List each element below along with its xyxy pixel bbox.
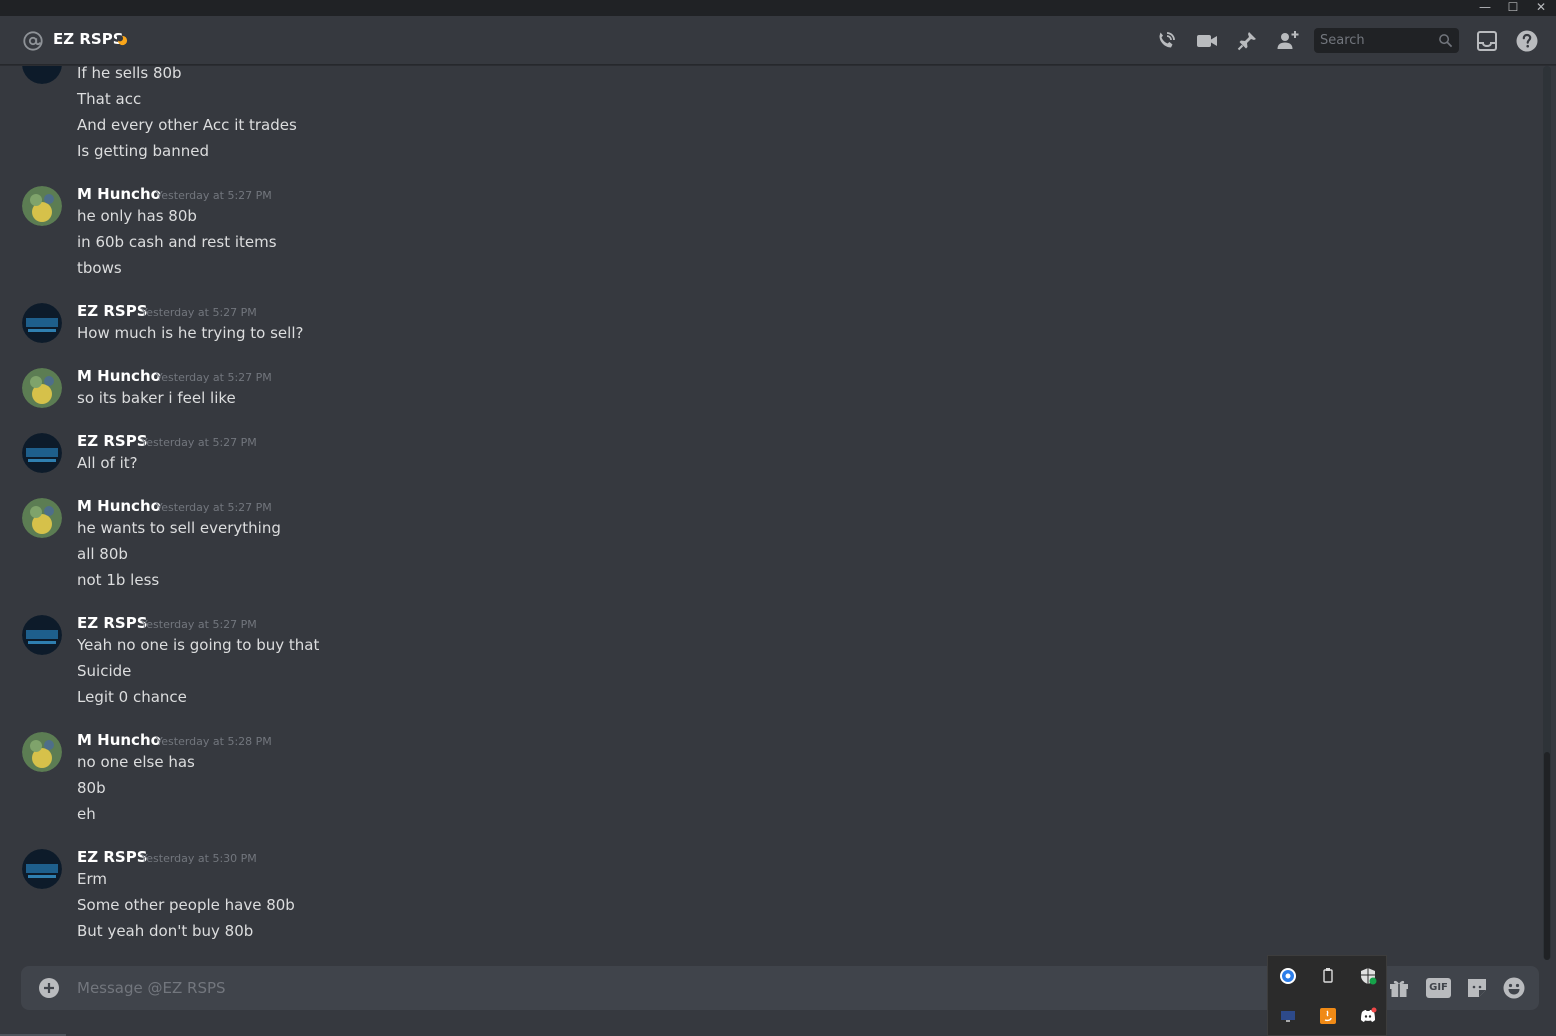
message-text: And every other Acc it trades [77,116,297,134]
message-timestamp: Yesterday at 5:30 PM [141,852,257,865]
search-icon [1439,34,1453,48]
message-text: Suicide [77,662,132,680]
search-box[interactable] [1314,28,1459,53]
message-text: tbows [77,259,122,277]
avatar-m-huncho[interactable] [22,498,62,538]
message-author[interactable]: M Huncho [77,185,161,203]
sticker-icon[interactable] [1465,976,1489,1000]
help-icon[interactable] [1515,29,1539,53]
gif-button[interactable]: GIF [1426,978,1451,998]
channel-header: EZ RSPS [0,16,1556,65]
discord-tray-icon[interactable] [1359,1007,1377,1025]
close-button[interactable]: ✕ [1527,0,1555,16]
message-text: All of it? [77,454,138,472]
scrollbar-thumb[interactable] [1544,752,1550,960]
browser-tray-icon[interactable] [1279,967,1297,985]
system-tray-popup [1267,955,1387,1036]
message-author[interactable]: M Huncho [77,731,161,749]
gif-label: GIF [1429,982,1448,993]
message-text: But yeah don't buy 80b [77,922,254,940]
message-timestamp: Yesterday at 5:27 PM [156,189,272,202]
message-timestamp: Yesterday at 5:27 PM [141,306,257,319]
message-text: Is getting banned [77,142,209,160]
add-friend-icon[interactable] [1276,29,1300,53]
message-input[interactable] [77,977,1257,999]
gift-icon[interactable] [1387,976,1411,1000]
channel-title: EZ RSPS [53,30,124,48]
message-author[interactable]: EZ RSPS [77,848,148,866]
message-text: How much is he trying to sell? [77,324,304,342]
message-text: no one else has [77,753,195,771]
message-timestamp: Yesterday at 5:27 PM [156,371,272,384]
minimize-button[interactable]: — [1471,0,1499,16]
avatar-ez-rsps[interactable] [22,303,62,343]
message-text: Yeah no one is going to buy that [77,636,320,654]
message-timestamp: Yesterday at 5:27 PM [141,436,257,449]
maximize-button[interactable]: ☐ [1499,0,1527,16]
message-author[interactable]: EZ RSPS [77,614,148,632]
defender-tray-icon[interactable] [1359,967,1377,985]
video-call-icon[interactable] [1195,29,1219,53]
message-text: Some other people have 80b [77,896,295,914]
avatar-m-huncho[interactable] [22,186,62,226]
message-text: he wants to sell everything [77,519,281,537]
search-input[interactable] [1320,31,1430,50]
emoji-icon[interactable] [1502,976,1526,1000]
message-text: Legit 0 chance [77,688,187,706]
message-timestamp: Yesterday at 5:27 PM [141,618,257,631]
message-author[interactable]: EZ RSPS [77,302,148,320]
message-text: all 80b [77,545,128,563]
usb-tray-icon[interactable] [1319,967,1337,985]
avatar-m-huncho[interactable] [22,368,62,408]
message-text: eh [77,805,96,823]
avatar-ez-rsps[interactable] [22,66,62,84]
message-text: 80b [77,779,106,797]
message-text: not 1b less [77,571,160,589]
inbox-icon[interactable] [1475,29,1499,53]
message-text: in 60b cash and rest items [77,233,277,251]
message-text: he only has 80b [77,207,197,225]
at-icon [23,31,43,51]
message-timestamp: Yesterday at 5:27 PM [156,501,272,514]
avatar-ez-rsps[interactable] [22,433,62,473]
message-text: so its baker i feel like [77,389,236,407]
pin-icon[interactable] [1235,29,1259,53]
message-author[interactable]: M Huncho [77,367,161,385]
title-bar: — ☐ ✕ [0,0,1556,16]
message-author[interactable]: M Huncho [77,497,161,515]
display-tray-icon[interactable] [1279,1007,1297,1025]
avatar-m-huncho[interactable] [22,732,62,772]
add-attachment-icon[interactable] [38,977,60,999]
message-timestamp: Yesterday at 5:28 PM [156,735,272,748]
message-text: If he sells 80b [77,66,182,82]
message-list: If he sells 80b That acc And every other… [0,66,1542,956]
java-tray-icon[interactable] [1319,1007,1337,1025]
message-text: Erm [77,870,107,888]
avatar-ez-rsps[interactable] [22,849,62,889]
message-author[interactable]: EZ RSPS [77,432,148,450]
phone-call-icon[interactable] [1154,29,1178,53]
avatar-ez-rsps[interactable] [22,615,62,655]
idle-status-icon [117,35,128,46]
message-text: That acc [77,90,142,108]
